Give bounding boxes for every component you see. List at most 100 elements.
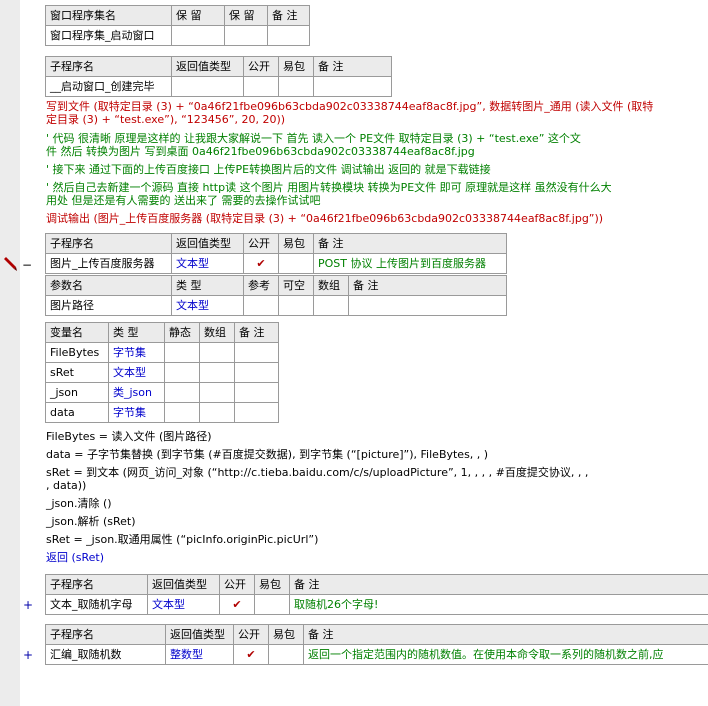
variable-type[interactable]: 字节集	[108, 402, 165, 423]
table-row[interactable]: __启动窗口_创建完毕	[45, 76, 392, 97]
subroutine-table-1: 子程序名 返回值类型 公开 易包 备 注 __启动窗口_创建完毕	[45, 56, 392, 97]
parameter-name[interactable]: 图片路径	[45, 295, 172, 316]
table-row[interactable]: 图片_上传百度服务器 文本型 ✔ POST 协议 上传图片到百度服务器	[45, 253, 507, 274]
header-cell: 公开	[233, 624, 269, 645]
table-row[interactable]: 汇编_取随机数 整数型 ✔ 返回一个指定范围内的随机数值。在使用本命令取一系列的…	[45, 644, 708, 665]
header-cell: 易包	[268, 624, 304, 645]
table-cell[interactable]	[313, 295, 349, 316]
assembly-name[interactable]: 窗口程序集_启动窗口	[45, 25, 172, 46]
subroutine-name[interactable]: 文本_取随机字母	[45, 594, 148, 615]
variable-name[interactable]: data	[45, 402, 109, 423]
collapse-toggle[interactable]: −	[22, 258, 32, 272]
table-cell[interactable]	[243, 76, 279, 97]
variable-name[interactable]: _json	[45, 382, 109, 403]
comment-line[interactable]: ' 接下来 通过下面的上传百度接口 上传PE转换图片后的文件 调试输出 返回的 …	[46, 163, 491, 177]
table-header-row: 子程序名 返回值类型 公开 易包 备 注	[45, 233, 507, 254]
code-line[interactable]: 定目录 (3) + “test.exe”), “123456”, 20, 20)…	[46, 113, 285, 127]
table-cell[interactable]	[234, 342, 279, 363]
table-cell[interactable]	[278, 253, 314, 274]
variable-name[interactable]: FileBytes	[45, 342, 109, 363]
table-row[interactable]: sRet 文本型	[45, 362, 279, 383]
header-cell: 返回值类型	[171, 56, 244, 77]
variable-type[interactable]: 文本型	[108, 362, 165, 383]
header-cell: 易包	[278, 233, 314, 254]
code-line[interactable]: 调试输出 (图片_上传百度服务器 (取特定目录 (3) + “0a46f21fb…	[46, 212, 603, 226]
table-cell[interactable]	[234, 362, 279, 383]
table-row[interactable]: 窗口程序集_启动窗口	[45, 25, 310, 46]
window-assembly-table: 窗口程序集名 保 留 保 留 备 注 窗口程序集_启动窗口	[45, 5, 310, 46]
table-cell[interactable]	[164, 382, 200, 403]
table-cell[interactable]	[164, 402, 200, 423]
subroutine-name[interactable]: 图片_上传百度服务器	[45, 253, 172, 274]
table-row[interactable]: _json 类_json	[45, 382, 279, 403]
header-cell: 数组	[199, 322, 235, 343]
comment-line[interactable]: ' 然后自己去新建一个源码 直接 http读 这个图片 用图片转换模块 转换为P…	[46, 181, 612, 195]
remark[interactable]: 取随机26个字母!	[289, 594, 708, 615]
table-cell[interactable]	[171, 76, 244, 97]
public-check-icon[interactable]: ✔	[243, 253, 279, 274]
public-check-icon[interactable]: ✔	[219, 594, 255, 615]
return-type[interactable]: 文本型	[147, 594, 220, 615]
variable-type[interactable]: 类_json	[108, 382, 165, 403]
table-cell[interactable]	[234, 402, 279, 423]
code-line[interactable]: 写到文件 (取特定目录 (3) + “0a46f21fbe096b63cbda9…	[46, 100, 653, 114]
return-type[interactable]: 文本型	[171, 253, 244, 274]
table-row[interactable]: data 字节集	[45, 402, 279, 423]
subroutine-name[interactable]: __启动窗口_创建完毕	[45, 76, 172, 97]
remark[interactable]: 返回一个指定范围内的随机数值。在使用本命令取一系列的随机数之前,应	[303, 644, 708, 665]
code-line[interactable]: 返回 (sRet)	[46, 551, 104, 565]
comment-line[interactable]: 用处 但是还是有人需要的 送出来了 需要的去操作试试吧	[46, 194, 321, 208]
table-cell[interactable]	[199, 362, 235, 383]
comment-line[interactable]: ' 代码 很清晰 原理是这样的 让我跟大家解说一下 首先 读入一个 PE文件 取…	[46, 132, 581, 146]
header-cell: 保 留	[224, 5, 268, 26]
table-cell[interactable]	[278, 76, 314, 97]
table-cell[interactable]	[171, 25, 225, 46]
public-check-icon[interactable]: ✔	[233, 644, 269, 665]
table-cell[interactable]	[234, 382, 279, 403]
table-cell[interactable]	[164, 342, 200, 363]
code-line[interactable]: sRet = _json.取通用属性 (“picInfo.originPic.p…	[46, 533, 318, 547]
table-cell[interactable]	[278, 295, 314, 316]
expand-toggle[interactable]: +	[23, 598, 33, 612]
table-cell[interactable]	[164, 362, 200, 383]
header-cell: 备 注	[234, 322, 279, 343]
header-cell: 参考	[243, 275, 279, 296]
remark[interactable]: POST 协议 上传图片到百度服务器	[313, 253, 507, 274]
editor-gutter	[0, 0, 20, 706]
comment-line[interactable]: 件 然后 转换为图片 写到桌面 0a46f21fbe096b63cbda902c…	[46, 145, 475, 159]
header-cell: 类 型	[171, 275, 244, 296]
header-cell: 备 注	[313, 233, 507, 254]
code-line[interactable]: _json.清除 ()	[46, 497, 112, 511]
table-cell[interactable]	[199, 402, 235, 423]
table-cell[interactable]	[243, 295, 279, 316]
header-cell: 返回值类型	[147, 574, 220, 595]
code-line[interactable]: _json.解析 (sRet)	[46, 515, 136, 529]
code-line[interactable]: FileBytes = 读入文件 (图片路径)	[46, 430, 212, 444]
subroutine-name[interactable]: 汇编_取随机数	[45, 644, 166, 665]
variable-type[interactable]: 字节集	[108, 342, 165, 363]
header-cell: 返回值类型	[171, 233, 244, 254]
code-line[interactable]: data = 子字节集替换 (到字节集 (#百度提交数据), 到字节集 (“[p…	[46, 448, 488, 462]
table-header-row: 参数名 类 型 参考 可空 数组 备 注	[45, 275, 507, 296]
table-cell[interactable]	[199, 382, 235, 403]
header-cell: 子程序名	[45, 233, 172, 254]
table-cell[interactable]	[254, 594, 290, 615]
header-cell: 公开	[219, 574, 255, 595]
variable-name[interactable]: sRet	[45, 362, 109, 383]
table-cell[interactable]	[348, 295, 507, 316]
table-cell[interactable]	[313, 76, 392, 97]
table-cell[interactable]	[199, 342, 235, 363]
code-line[interactable]: sRet = 到文本 (网页_访问_对象 (“http://c.tieba.ba…	[46, 466, 588, 480]
table-row[interactable]: FileBytes 字节集	[45, 342, 279, 363]
table-row[interactable]: 文本_取随机字母 文本型 ✔ 取随机26个字母!	[45, 594, 708, 615]
expand-toggle[interactable]: +	[23, 648, 33, 662]
code-line[interactable]: , data))	[46, 479, 86, 493]
header-cell: 子程序名	[45, 56, 172, 77]
return-type[interactable]: 整数型	[165, 644, 234, 665]
table-cell[interactable]	[224, 25, 268, 46]
table-header-row: 子程序名 返回值类型 公开 易包 备 注	[45, 574, 708, 595]
table-cell[interactable]	[268, 644, 304, 665]
table-cell[interactable]	[267, 25, 310, 46]
parameter-type[interactable]: 文本型	[171, 295, 244, 316]
table-row[interactable]: 图片路径 文本型	[45, 295, 507, 316]
